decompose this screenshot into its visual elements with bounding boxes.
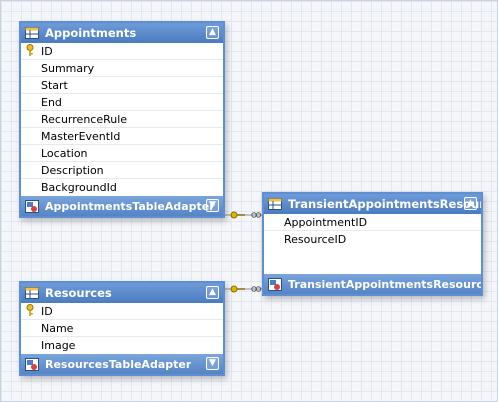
table-empty-area (264, 248, 481, 274)
table-header[interactable]: Resources ▲ (21, 283, 223, 303)
column-row[interactable]: End (21, 94, 223, 111)
table-icon (25, 287, 39, 299)
column-row[interactable]: ResourceID (264, 231, 481, 248)
table-resources[interactable]: Resources ▲ ID Name Image ResourcesTable… (19, 281, 225, 376)
table-icon (268, 198, 282, 210)
table-appointments[interactable]: Appointments ▲ ID Summary Start End Recu… (19, 21, 225, 218)
table-adapter[interactable]: TransientAppointmentsResources1 (264, 274, 481, 294)
relation-appointments-transient[interactable] (225, 211, 263, 219)
column-row[interactable]: BackgroundId (21, 179, 223, 196)
table-adapter-icon (25, 199, 39, 213)
column-row[interactable]: Name (21, 320, 223, 337)
table-adapter[interactable]: AppointmentsTableAdapter ▼ (21, 196, 223, 216)
table-adapter-icon (25, 357, 39, 371)
table-header[interactable]: TransientAppointmentsResources ▲ (264, 194, 481, 214)
adapter-title: TransientAppointmentsResources1 (288, 277, 481, 291)
table-adapter-icon (268, 277, 282, 291)
table-title: TransientAppointmentsResources (288, 197, 481, 211)
dataset-designer-canvas: Appointments ▲ ID Summary Start End Recu… (0, 0, 498, 402)
column-row[interactable]: Location (21, 145, 223, 162)
column-list: ID Summary Start End RecurrenceRule Mast… (21, 43, 223, 196)
column-list: ID Name Image (21, 303, 223, 354)
table-adapter[interactable]: ResourcesTableAdapter ▼ (21, 354, 223, 374)
collapse-icon[interactable]: ▲ (464, 197, 477, 210)
column-row[interactable]: RecurrenceRule (21, 111, 223, 128)
column-list: AppointmentID ResourceID (264, 214, 481, 248)
key-icon (26, 304, 34, 317)
table-transient-appointments-resources[interactable]: TransientAppointmentsResources ▲ Appoint… (262, 192, 483, 296)
column-row[interactable]: Description (21, 162, 223, 179)
relation-resources-transient[interactable] (225, 285, 263, 293)
column-row[interactable]: Summary (21, 60, 223, 77)
table-header[interactable]: Appointments ▲ (21, 23, 223, 43)
expand-icon[interactable]: ▼ (206, 199, 219, 212)
expand-icon[interactable]: ▼ (206, 357, 219, 370)
collapse-icon[interactable]: ▲ (206, 26, 219, 39)
table-icon (25, 27, 39, 39)
column-row[interactable]: Image (21, 337, 223, 354)
column-row[interactable]: AppointmentID (264, 214, 481, 231)
table-title: Appointments (45, 26, 137, 40)
collapse-icon[interactable]: ▲ (206, 286, 219, 299)
column-row[interactable]: Start (21, 77, 223, 94)
adapter-title: ResourcesTableAdapter (45, 357, 192, 371)
column-row[interactable]: ID (21, 43, 223, 60)
table-title: Resources (45, 286, 112, 300)
column-row[interactable]: MasterEventId (21, 128, 223, 145)
column-row[interactable]: ID (21, 303, 223, 320)
adapter-title: AppointmentsTableAdapter (45, 199, 215, 213)
key-icon (26, 44, 34, 57)
